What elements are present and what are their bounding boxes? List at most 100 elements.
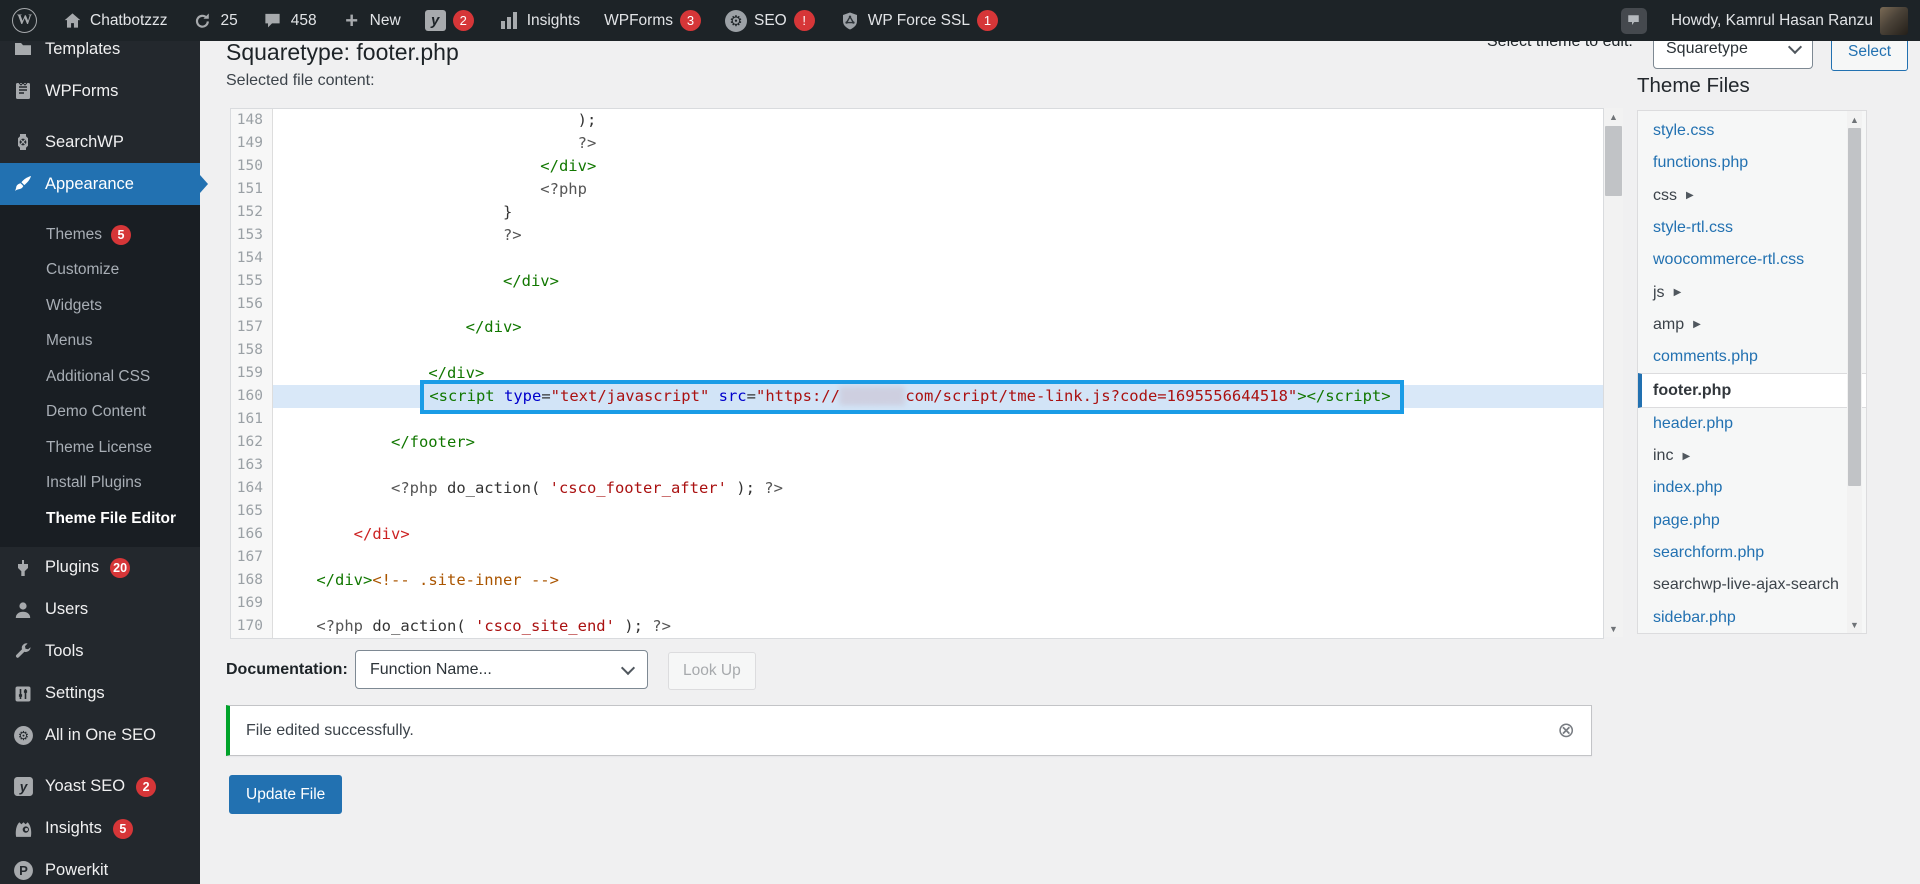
insights-menu[interactable]: Insights <box>486 0 592 41</box>
theme-file-style-css[interactable]: style.css <box>1638 115 1866 147</box>
sidebar-item-searchwp[interactable]: SearchWP <box>0 121 200 163</box>
line-number: 163 <box>231 454 273 477</box>
sidebar-item-label: WPForms <box>45 82 118 101</box>
scroll-up-arrow-icon[interactable]: ▲ <box>1847 111 1862 128</box>
line-number: 158 <box>231 339 273 362</box>
sidebar-item-powerkit[interactable]: PPowerkit <box>0 850 200 884</box>
folder-expand-arrow-icon: ▶ <box>1682 451 1690 462</box>
theme-files-scrollbar[interactable]: ▲ ▼ <box>1847 111 1862 633</box>
comments-menu[interactable]: 458 <box>250 0 329 41</box>
sidebar-item-all-in-one-seo[interactable]: ⚙All in One SEO <box>0 715 200 757</box>
wp-force-ssl-menu[interactable]: WP Force SSL 1 <box>827 0 1010 41</box>
line-number: 168 <box>231 569 273 592</box>
line-number: 170 <box>231 615 273 638</box>
code-line-168: 168 </div><!-- .site-inner --> <box>231 569 1603 592</box>
count-badge: 5 <box>113 819 133 839</box>
code-text <box>273 247 1603 270</box>
sidebar-item-users[interactable]: Users <box>0 589 200 631</box>
update-file-button-label: Update File <box>246 786 325 804</box>
lookup-button[interactable]: Look Up <box>668 652 756 690</box>
sidebar-item-appearance[interactable]: Appearance <box>0 163 200 205</box>
submenu-item-additional-css[interactable]: Additional CSS <box>0 359 200 395</box>
theme-file-header-php[interactable]: header.php <box>1638 408 1866 440</box>
success-notice: File edited successfully. ⊗ <box>226 705 1592 756</box>
theme-files-heading: Theme Files <box>1637 74 1750 98</box>
submenu-item-label: Theme License <box>46 439 152 457</box>
wp-force-ssl-label: WP Force SSL <box>868 12 970 30</box>
theme-file-js[interactable]: js▶ <box>1638 276 1866 308</box>
sidebar-item-label: Yoast SEO <box>45 777 125 796</box>
theme-file-css[interactable]: css▶ <box>1638 180 1866 212</box>
dismiss-notice-icon[interactable]: ⊗ <box>1557 720 1575 741</box>
submenu-item-menus[interactable]: Menus <box>0 324 200 360</box>
theme-file-comments-php[interactable]: comments.php <box>1638 341 1866 373</box>
theme-file-footer-php[interactable]: footer.php <box>1638 373 1866 407</box>
theme-file-style-rtl-css[interactable]: style-rtl.css <box>1638 212 1866 244</box>
submenu-item-widgets[interactable]: Widgets <box>0 288 200 324</box>
line-number: 167 <box>231 546 273 569</box>
theme-file-functions-php[interactable]: functions.php <box>1638 147 1866 179</box>
sidebar-item-plugins[interactable]: Plugins20 <box>0 547 200 589</box>
editor-scrollbar[interactable]: ▲ ▼ <box>1604 108 1623 637</box>
line-number: 159 <box>231 362 273 385</box>
submenu-item-theme-file-editor[interactable]: Theme File Editor <box>0 501 200 537</box>
submenu-item-label: Theme File Editor <box>46 510 176 528</box>
theme-file-amp[interactable]: amp▶ <box>1638 309 1866 341</box>
sidebar-item-yoast-seo[interactable]: yYoast SEO2 <box>0 766 200 808</box>
theme-file-page-php[interactable]: page.php <box>1638 505 1866 537</box>
sidebar-item-settings[interactable]: Settings <box>0 673 200 715</box>
wordpress-logo-icon: W <box>12 8 37 33</box>
sidebar-item-wpforms[interactable]: WPForms <box>0 70 200 112</box>
site-name-label: Chatbotzzz <box>90 12 168 30</box>
code-text <box>273 500 1603 523</box>
theme-file-sidebar-php[interactable]: sidebar.php <box>1638 601 1866 633</box>
yoast-logo-icon: y <box>425 10 446 31</box>
site-name-menu[interactable]: Chatbotzzz <box>49 0 180 41</box>
sidebar-item-label: Settings <box>45 684 105 703</box>
editor-scrollbar-thumb[interactable] <box>1605 126 1622 196</box>
new-content-menu[interactable]: + New <box>329 0 413 41</box>
line-number: 154 <box>231 247 273 270</box>
scroll-down-arrow-icon[interactable]: ▼ <box>1847 616 1862 633</box>
update-file-button[interactable]: Update File <box>229 775 342 814</box>
theme-file-label: style.css <box>1653 122 1714 140</box>
seo-menu[interactable]: ⚙ SEO ! <box>713 0 827 41</box>
documentation-function-dropdown[interactable]: Function Name... <box>355 650 648 689</box>
updates-menu[interactable]: 25 <box>180 0 250 41</box>
users-icon <box>12 599 34 621</box>
submenu-item-label: Widgets <box>46 297 102 315</box>
sidebar-item-insights[interactable]: Insights 5 <box>0 808 200 850</box>
scroll-down-arrow-icon[interactable]: ▼ <box>1604 620 1623 637</box>
submenu-item-themes[interactable]: Themes5 <box>0 217 200 253</box>
wordpress-logo-menu[interactable]: W <box>0 0 49 41</box>
theme-select-value: Squaretype <box>1666 40 1748 58</box>
code-text <box>273 293 1603 316</box>
theme-file-searchform-php[interactable]: searchform.php <box>1638 537 1866 569</box>
code-line-149: 149 ?> <box>231 132 1603 155</box>
submenu-item-install-plugins[interactable]: Install Plugins <box>0 466 200 502</box>
line-number: 155 <box>231 270 273 293</box>
submenu-item-theme-license[interactable]: Theme License <box>0 430 200 466</box>
chat-widget-menu[interactable] <box>1609 0 1659 41</box>
sidebar-item-label: Tools <box>45 642 84 661</box>
theme-file-inc[interactable]: inc▶ <box>1638 440 1866 472</box>
theme-file-label: functions.php <box>1653 154 1748 172</box>
yoast-menu[interactable]: y 2 <box>413 0 486 41</box>
my-account-menu[interactable]: Howdy, Kamrul Hasan Ranzu <box>1659 0 1920 41</box>
line-number: 162 <box>231 431 273 454</box>
submenu-item-customize[interactable]: Customize <box>0 253 200 289</box>
submenu-item-label: Menus <box>46 332 93 350</box>
theme-file-index-php[interactable]: index.php <box>1638 472 1866 504</box>
line-number: 153 <box>231 224 273 247</box>
theme-file-woocommerce-rtl-css[interactable]: woocommerce-rtl.css <box>1638 244 1866 276</box>
submenu-item-demo-content[interactable]: Demo Content <box>0 395 200 431</box>
theme-files-scrollbar-thumb[interactable] <box>1848 128 1861 486</box>
code-editor[interactable]: 148 );149 ?>150 </div>151 <?php152 }153 <box>230 108 1604 639</box>
sidebar-item-label: Insights <box>45 819 102 838</box>
theme-file-searchwp-live-ajax-search[interactable]: searchwp-live-ajax-search▶ <box>1638 569 1866 601</box>
line-number: 150 <box>231 155 273 178</box>
sidebar-item-tools[interactable]: Tools <box>0 631 200 673</box>
wpforms-menu[interactable]: WPForms 3 <box>592 0 713 41</box>
code-text: ); <box>273 109 1603 132</box>
scroll-up-arrow-icon[interactable]: ▲ <box>1604 108 1623 125</box>
